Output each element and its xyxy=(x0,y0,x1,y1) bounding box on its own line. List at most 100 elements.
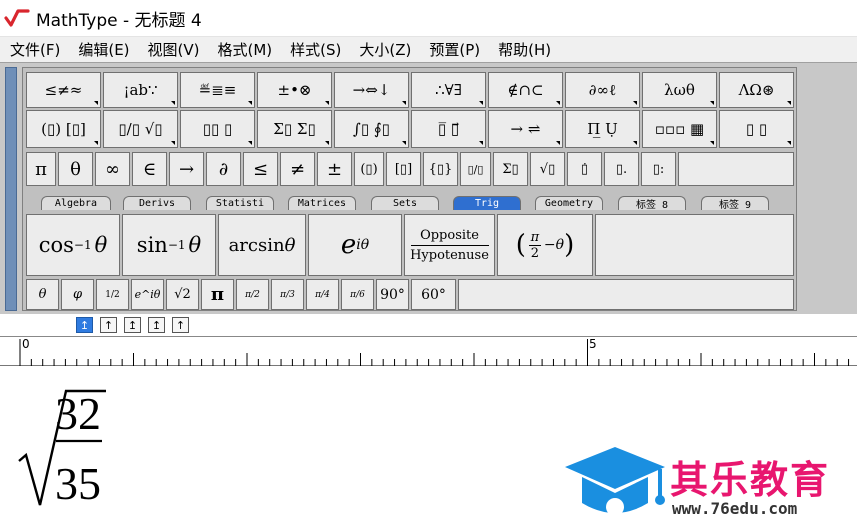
toolbar-area: ≤≠≈ ¡ab∵ ≝≣≡ ±•⊗ →⇔↓ ∴∀∃ ∉∩⊂ ∂∞ℓ λωθ ΛΩ⊛… xyxy=(0,62,857,314)
nudge-baseline-button[interactable]: ↑ xyxy=(172,317,189,333)
fences-palette-button[interactable]: (▯) [▯] xyxy=(26,110,101,148)
fractions-radicals-palette-button[interactable]: ▯/▯ √▯ xyxy=(103,110,178,148)
small-half-button[interactable]: 1/2 xyxy=(96,279,129,310)
symbol-not-equal-button[interactable]: ≠ xyxy=(280,152,315,186)
symbol-palette-panel: ≤≠≈ ¡ab∵ ≝≣≡ ±•⊗ →⇔↓ ∴∀∃ ∉∩⊂ ∂∞ℓ λωθ ΛΩ⊛… xyxy=(22,67,797,311)
subscript-superscript-palette-button[interactable]: ▯▯ ▯ xyxy=(180,110,255,148)
menu-view[interactable]: 视图(V) xyxy=(138,39,208,60)
toolbar-grip[interactable] xyxy=(5,67,17,311)
boxes-palette-button[interactable]: ▯ ▯ xyxy=(719,110,794,148)
template-euler-button[interactable]: e iθ xyxy=(308,214,402,276)
arcsin-sup-fn: sin xyxy=(136,233,168,257)
tab-label-9[interactable]: 标签 9 xyxy=(701,196,769,210)
equation-editor-area[interactable]: 32 35 其乐教育 www.76edu.com xyxy=(0,367,857,525)
title-bar: MathType - 无标题 4 xyxy=(0,0,857,36)
menu-file[interactable]: 文件(F) xyxy=(0,39,68,60)
small-60-degrees-button[interactable]: 60° xyxy=(411,279,456,310)
menu-help[interactable]: 帮助(H) xyxy=(488,39,559,60)
ruler-label-mid: 5 xyxy=(589,337,597,351)
bars-arrows-palette-button[interactable]: ▯̅ ▯⃗ xyxy=(411,110,486,148)
operators-palette-button[interactable]: ±•⊗ xyxy=(257,72,332,108)
embellishments-palette-button[interactable]: ≝≣≡ xyxy=(180,72,255,108)
small-pi-over-4-button[interactable]: π/4 xyxy=(306,279,339,310)
template-superscript-button[interactable]: ▯: xyxy=(641,152,676,186)
template-parentheses-button[interactable]: (▯) xyxy=(354,152,384,186)
symbol-plus-minus-button[interactable]: ± xyxy=(317,152,352,186)
relations-palette-button[interactable]: ≤≠≈ xyxy=(26,72,101,108)
template-dot-button[interactable]: ▯̇ xyxy=(567,152,602,186)
template-braces-button[interactable]: {▯} xyxy=(423,152,458,186)
greek-upper-palette-button[interactable]: ΛΩ⊛ xyxy=(719,72,794,108)
template-brackets-button[interactable]: [▯] xyxy=(386,152,421,186)
tab-label-8[interactable]: 标签 8 xyxy=(618,196,686,210)
spaces-ellipses-palette-button[interactable]: ¡ab∵ xyxy=(103,72,178,108)
watermark-brand: 其乐教育 xyxy=(670,458,831,502)
template-sqrt-button[interactable]: √▯ xyxy=(530,152,565,186)
shift-rest: −θ xyxy=(543,237,565,253)
tab-sets[interactable]: Sets xyxy=(371,196,439,210)
small-sqrt2-button[interactable]: √2 xyxy=(166,279,199,310)
arrows-palette-button[interactable]: →⇔↓ xyxy=(334,72,409,108)
symbol-element-of-button[interactable]: ∈ xyxy=(132,152,167,186)
set-theory-palette-button[interactable]: ∉∩⊂ xyxy=(488,72,563,108)
small-pi-over-2-button[interactable]: π/2 xyxy=(236,279,269,310)
menu-style[interactable]: 样式(S) xyxy=(280,39,349,60)
window-title: MathType - 无标题 4 xyxy=(36,10,202,31)
small-90-degrees-button[interactable]: 90° xyxy=(376,279,409,310)
arccos-fn: cos xyxy=(38,233,74,257)
arcsin-fn: arcsin xyxy=(228,234,285,256)
menu-bar: 文件(F) 编辑(E) 视图(V) 格式(M) 样式(S) 大小(Z) 预置(P… xyxy=(0,36,857,62)
tab-geometry[interactable]: Geometry xyxy=(535,196,603,210)
template-pi-over-two-minus-theta-button[interactable]: ( π 2 −θ ) xyxy=(497,214,593,276)
symbol-right-arrow-button[interactable]: → xyxy=(169,152,204,186)
summation-palette-button[interactable]: Σ▯ Σ▯ xyxy=(257,110,332,148)
ruler[interactable]: 0 5 xyxy=(0,336,857,366)
small-theta-button[interactable]: θ xyxy=(26,279,59,310)
tab-trig[interactable]: Trig xyxy=(453,196,521,210)
template-subscript-button[interactable]: ▯. xyxy=(604,152,639,186)
nudge-top-button[interactable]: ↥ xyxy=(148,317,165,333)
graduation-cap-icon xyxy=(565,447,665,516)
greek-lower-palette-button[interactable]: λωθ xyxy=(642,72,717,108)
small-euler-button[interactable]: e^iθ xyxy=(131,279,164,310)
ruler-label-start: 0 xyxy=(22,337,30,351)
symbol-partial-button[interactable]: ∂ xyxy=(206,152,241,186)
logic-palette-button[interactable]: ∴∀∃ xyxy=(411,72,486,108)
template-arcsin-button[interactable]: arcsin θ xyxy=(218,214,306,276)
symbol-pi-button[interactable]: π xyxy=(26,152,56,186)
small-pi-over-3-button[interactable]: π/3 xyxy=(271,279,304,310)
tab-derivs[interactable]: Derivs xyxy=(123,196,191,210)
shift-num: π xyxy=(530,229,540,245)
small-pi-over-6-button[interactable]: π/6 xyxy=(341,279,374,310)
tab-statistics[interactable]: Statisti xyxy=(206,196,274,210)
equation-numerator: 32 xyxy=(55,388,101,439)
menu-edit[interactable]: 编辑(E) xyxy=(68,39,137,60)
template-fraction-button[interactable]: ▯/▯ xyxy=(460,152,491,186)
symbol-theta-button[interactable]: θ xyxy=(58,152,93,186)
matrices-palette-button[interactable]: ▫▫▫ ▦ xyxy=(642,110,717,148)
euler-sup: iθ xyxy=(356,237,370,253)
nudge-line-up-button[interactable]: ↥ xyxy=(124,317,141,333)
template-sum-button[interactable]: Σ▯ xyxy=(493,152,528,186)
template-opposite-hypotenuse-button[interactable]: Opposite Hypotenuse xyxy=(404,214,495,276)
small-phi-button[interactable]: φ xyxy=(61,279,94,310)
integrals-palette-button[interactable]: ∫▯ ∮▯ xyxy=(334,110,409,148)
misc-symbols-palette-button[interactable]: ∂∞ℓ xyxy=(565,72,640,108)
tab-matrices[interactable]: Matrices xyxy=(288,196,356,210)
ruler-ticks xyxy=(19,339,850,366)
menu-size[interactable]: 大小(Z) xyxy=(349,39,419,60)
tab-algebra[interactable]: Algebra xyxy=(41,196,111,210)
arcsin-sup-var: θ xyxy=(188,233,202,257)
template-arcsin-sup-button[interactable]: sin −1 θ xyxy=(122,214,216,276)
nudge-up-small-button[interactable]: ↑ xyxy=(100,317,117,333)
symbol-infinity-button[interactable]: ∞ xyxy=(95,152,130,186)
menu-preferences[interactable]: 预置(P) xyxy=(419,39,488,60)
menu-format[interactable]: 格式(M) xyxy=(208,39,281,60)
template-empty-slot xyxy=(595,214,794,276)
symbol-less-equal-button[interactable]: ≤ xyxy=(243,152,278,186)
products-set-palette-button[interactable]: Π̲ Ụ xyxy=(565,110,640,148)
small-pi-button[interactable]: π xyxy=(201,279,234,310)
labeled-arrows-palette-button[interactable]: → ⇌ xyxy=(488,110,563,148)
nudge-up-button[interactable]: ↥ xyxy=(76,317,93,333)
template-arccos-button[interactable]: cos −1 θ xyxy=(26,214,120,276)
